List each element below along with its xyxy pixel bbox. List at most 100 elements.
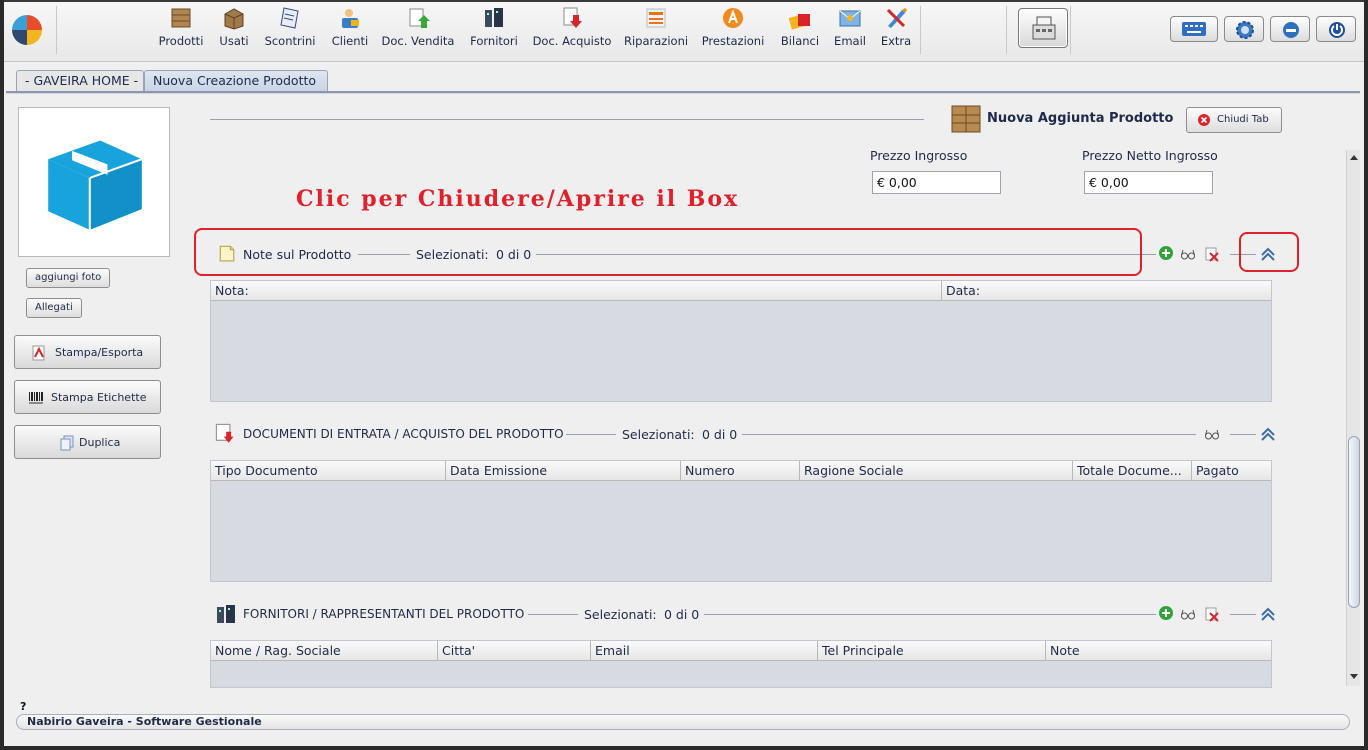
- page-title: Nuova Aggiunta Prodotto: [987, 111, 1174, 126]
- column-header[interactable]: Nome / Rag. Sociale: [211, 641, 438, 661]
- column-header[interactable]: Data:: [942, 281, 1271, 301]
- left-panel: aggiungi foto Allegati Stampa/Esporta St…: [4, 96, 184, 696]
- gear-icon: [1236, 21, 1254, 39]
- product-box-icon: [48, 140, 143, 230]
- sales-doc-icon: [409, 8, 430, 28]
- toolbar-usati-button[interactable]: Usati: [216, 6, 252, 54]
- suppliers-section-title[interactable]: FORNITORI / RAPPRESENTANTI DEL PRODOTTO: [243, 607, 524, 621]
- receipt-icon: [280, 7, 299, 29]
- toolbar-separator: [1006, 6, 1007, 54]
- tab-gaveira-home[interactable]: - GAVEIRA HOME -: [16, 70, 144, 92]
- column-header[interactable]: Pagato: [1192, 461, 1271, 481]
- docs-section-title[interactable]: DOCUMENTI DI ENTRATA / ACQUISTO DEL PROD…: [243, 427, 564, 441]
- header-divider: [210, 119, 924, 120]
- help-mark[interactable]: ?: [20, 700, 26, 713]
- table-header: Nota: Data:: [211, 281, 1271, 301]
- toolbar-label: Usati: [219, 34, 249, 48]
- service-icon: [723, 8, 743, 28]
- column-header[interactable]: Note: [1046, 641, 1271, 661]
- print-labels-button[interactable]: Stampa Etichette: [14, 380, 161, 414]
- column-header[interactable]: Ragione Sociale: [800, 461, 1073, 481]
- table-header: Nome / Rag. Sociale Citta' Email Tel Pri…: [211, 641, 1271, 661]
- column-header[interactable]: Data Emissione: [446, 461, 681, 481]
- toolbar-label: Fornitori: [470, 34, 518, 48]
- annotation-text: Clic per Chiudere/Aprire il Box: [296, 186, 740, 212]
- net-wholesale-price-label: Prezzo Netto Ingrosso: [1082, 148, 1218, 163]
- section-line: [704, 614, 1156, 615]
- toolbar-email-button[interactable]: Email: [832, 6, 868, 54]
- net-wholesale-price-field[interactable]: € 0,00: [1084, 171, 1213, 194]
- add-icon[interactable]: [1158, 605, 1174, 621]
- toolbar-extra-button[interactable]: Extra: [878, 6, 914, 54]
- column-header[interactable]: Numero: [681, 461, 800, 481]
- toolbar-bilanci-button[interactable]: Bilanci: [780, 6, 820, 54]
- toolbar-fornitori-button[interactable]: Fornitori: [468, 6, 520, 54]
- scrollbar-thumb[interactable]: [1348, 436, 1360, 608]
- print-labels-label: Stampa Etichette: [51, 391, 147, 404]
- add-photo-button[interactable]: aggiungi foto: [26, 268, 111, 288]
- view-icon[interactable]: [1180, 606, 1196, 622]
- table-header: Tipo Documento Data Emissione Numero Rag…: [211, 461, 1271, 481]
- suppliers-table[interactable]: Nome / Rag. Sociale Citta' Email Tel Pri…: [210, 640, 1272, 688]
- view-icon[interactable]: [1204, 426, 1220, 442]
- toolbar-separator: [920, 6, 921, 54]
- collapse-chevron-icon[interactable]: [1260, 606, 1276, 622]
- wholesale-price-field[interactable]: € 0,00: [872, 171, 1001, 194]
- cash-register-button[interactable]: [1018, 8, 1068, 48]
- toolbar-label: Extra: [880, 34, 912, 48]
- power-button[interactable]: [1316, 16, 1356, 42]
- collapse-chevron-icon[interactable]: [1260, 426, 1276, 442]
- toolbar-scontrini-button[interactable]: Scontrini: [262, 6, 318, 54]
- product-photo[interactable]: [18, 107, 170, 257]
- tab-nuova-creazione-prodotto[interactable]: Nuova Creazione Prodotto: [144, 70, 328, 92]
- purchase-doc-icon: [563, 7, 582, 28]
- vertical-scrollbar[interactable]: [1346, 150, 1360, 686]
- attachments-button[interactable]: Allegati: [26, 298, 82, 318]
- app-window: Prodotti Usati Scontrini Clienti Doc. Ve…: [4, 0, 1364, 746]
- add-icon[interactable]: [1158, 245, 1174, 261]
- duplicate-button[interactable]: Duplica: [14, 425, 161, 459]
- toolbar-label: Doc. Vendita: [381, 34, 455, 48]
- view-icon[interactable]: [1180, 246, 1196, 262]
- column-header[interactable]: Nota:: [211, 281, 942, 301]
- toolbar-doc-vendita-button[interactable]: Doc. Vendita: [380, 6, 456, 54]
- column-header[interactable]: Email: [591, 641, 818, 661]
- column-header[interactable]: Tipo Documento: [211, 461, 446, 481]
- toolbar-riparazioni-button[interactable]: Riparazioni: [624, 6, 688, 54]
- power-icon: [1329, 22, 1345, 38]
- toolbar-clienti-button[interactable]: Clienti: [330, 6, 370, 54]
- toolbar-label: Prodotti: [158, 34, 204, 48]
- settings-button[interactable]: [1224, 16, 1264, 42]
- scroll-down-icon[interactable]: [1348, 672, 1360, 682]
- print-export-button[interactable]: Stampa/Esporta: [14, 335, 161, 369]
- column-header[interactable]: Tel Principale: [818, 641, 1046, 661]
- column-header[interactable]: Totale Docume...: [1073, 461, 1192, 481]
- supplier-icon: [217, 605, 235, 623]
- delete-icon[interactable]: [1204, 246, 1220, 262]
- close-tab-label: Chiudi Tab: [1217, 114, 1269, 125]
- column-header[interactable]: Citta': [438, 641, 591, 661]
- suppliers-selected-label: Selezionati:: [584, 607, 657, 622]
- toolbar-label: Prestazioni: [701, 34, 765, 48]
- duplicate-label: Duplica: [79, 436, 121, 449]
- main-toolbar: Prodotti Usati Scontrini Clienti Doc. Ve…: [4, 2, 1364, 62]
- email-icon: [839, 10, 861, 27]
- supplier-icon: [485, 8, 503, 27]
- toolbar-doc-acquisto-button[interactable]: Doc. Acquisto: [532, 6, 612, 54]
- annotation-highlight-section: [194, 228, 1142, 276]
- minimize-button[interactable]: [1270, 16, 1310, 42]
- wholesale-price-label: Prezzo Ingrosso: [870, 148, 968, 163]
- close-tab-button[interactable]: Chiudi Tab: [1186, 107, 1282, 133]
- toolbar-prestazioni-button[interactable]: Prestazioni: [700, 6, 766, 54]
- delete-icon[interactable]: [1204, 606, 1220, 622]
- balance-icon: [788, 14, 810, 30]
- scroll-up-icon[interactable]: [1348, 152, 1360, 162]
- toolbar-prodotti-button[interactable]: Prodotti: [158, 6, 204, 54]
- notes-table[interactable]: Nota: Data:: [210, 280, 1272, 402]
- section-line: [742, 434, 1196, 435]
- tab-bar: - GAVEIRA HOME - Nuova Creazione Prodott…: [4, 62, 1364, 92]
- tab-underline: [6, 91, 1360, 94]
- duplicate-icon: [60, 435, 74, 451]
- documents-table[interactable]: Tipo Documento Data Emissione Numero Rag…: [210, 460, 1272, 582]
- keyboard-button[interactable]: [1170, 16, 1218, 42]
